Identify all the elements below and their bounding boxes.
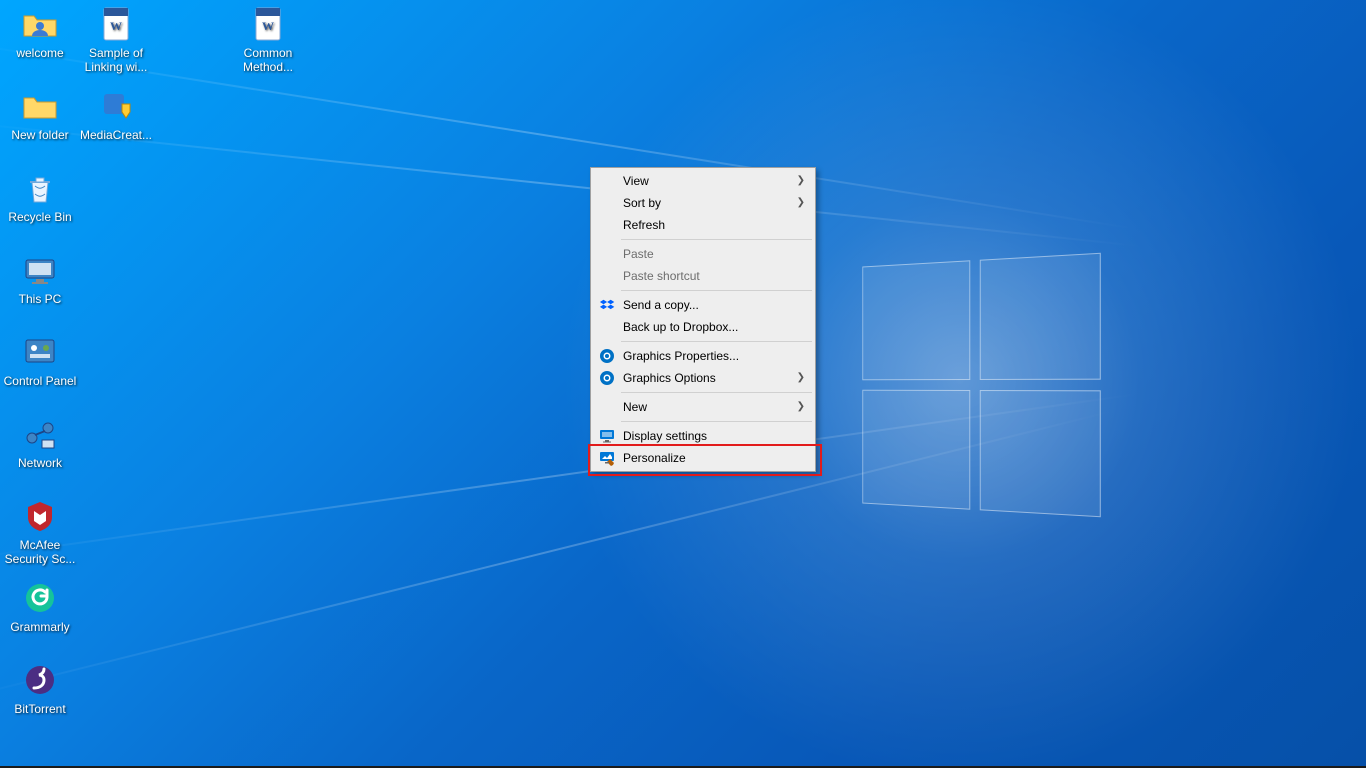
context-menu-item-gfx-props[interactable]: Graphics Properties... xyxy=(593,345,813,367)
recycle-icon xyxy=(20,168,60,208)
desktop-icon-label: This PC xyxy=(2,292,78,306)
decor-ray xyxy=(0,393,1138,562)
context-menu-item-label: Send a copy... xyxy=(623,298,699,312)
context-menu-item-backup-dropbox[interactable]: Back up to Dropbox... xyxy=(593,316,813,338)
desktop-icon-this-pc[interactable]: This PC xyxy=(2,250,78,306)
intel-icon xyxy=(599,370,615,386)
svg-text:W: W xyxy=(262,19,274,33)
context-menu-item-display-settings[interactable]: Display settings xyxy=(593,425,813,447)
context-menu-separator xyxy=(621,341,812,342)
desktop-icon-label: BitTorrent xyxy=(2,702,78,716)
desktop-icon-label: New folder xyxy=(2,128,78,142)
desktop-icon-label: MediaCreat... xyxy=(78,128,154,142)
decor-ray xyxy=(0,40,1135,230)
control-panel-icon xyxy=(20,332,60,372)
context-menu-item-personalize[interactable]: Personalize xyxy=(593,447,813,469)
context-menu-item-label: Display settings xyxy=(623,429,707,443)
word-doc-icon: W xyxy=(96,4,136,44)
context-menu-separator xyxy=(621,239,812,240)
desktop-icon-mcafee[interactable]: McAfee Security Sc... xyxy=(2,496,78,566)
desktop-background[interactable]: welcome W Sample of Linking wi... W Common M… xyxy=(0,0,1366,768)
context-menu-item-label: Refresh xyxy=(623,218,665,232)
personalize-icon xyxy=(599,450,615,466)
submenu-arrow-icon: ❯ xyxy=(797,396,805,418)
folder-user-icon xyxy=(20,4,60,44)
mcafee-icon xyxy=(20,496,60,536)
word-doc-icon: W xyxy=(248,4,288,44)
desktop-icon-label: Control Panel xyxy=(2,374,78,388)
context-menu-item-label: Sort by xyxy=(623,196,661,210)
context-menu-item-label: Paste xyxy=(623,247,654,261)
this-pc-icon xyxy=(20,250,60,290)
context-menu-item-paste-shortcut: Paste shortcut xyxy=(593,265,813,287)
desktop-icon-welcome[interactable]: welcome xyxy=(2,4,78,60)
context-menu-item-label: Back up to Dropbox... xyxy=(623,320,738,334)
context-menu-separator xyxy=(621,421,812,422)
windows-logo xyxy=(862,253,1100,518)
submenu-arrow-icon: ❯ xyxy=(797,192,805,214)
svg-text:W: W xyxy=(110,19,122,33)
context-menu-item-gfx-options[interactable]: Graphics Options ❯ xyxy=(593,367,813,389)
grammarly-icon xyxy=(20,578,60,618)
context-menu-item-label: Graphics Properties... xyxy=(623,349,739,363)
app-shield-icon xyxy=(96,86,136,126)
desktop-icon-label: welcome xyxy=(2,46,78,60)
network-icon xyxy=(20,414,60,454)
context-menu-item-view[interactable]: View ❯ xyxy=(593,170,813,192)
intel-icon xyxy=(599,348,615,364)
context-menu-item-label: Personalize xyxy=(623,451,686,465)
context-menu-item-paste: Paste xyxy=(593,243,813,265)
desktop-icon-mediacreat[interactable]: MediaCreat... xyxy=(78,86,154,142)
desktop-icon-label: Common Method... xyxy=(230,46,306,74)
dropbox-icon xyxy=(599,297,615,313)
submenu-arrow-icon: ❯ xyxy=(797,170,805,192)
context-menu-item-label: New xyxy=(623,400,647,414)
desktop-icon-sample-linking[interactable]: W Sample of Linking wi... xyxy=(78,4,154,74)
context-menu-separator xyxy=(621,290,812,291)
context-menu-item-send-a-copy[interactable]: Send a copy... xyxy=(593,294,813,316)
desktop-icon-common-method[interactable]: W Common Method... xyxy=(230,4,306,74)
desktop-icon-label: Sample of Linking wi... xyxy=(78,46,154,74)
decor-ray xyxy=(0,410,1115,702)
desktop-icon-network[interactable]: Network xyxy=(2,414,78,470)
desktop-icon-label: Recycle Bin xyxy=(2,210,78,224)
context-menu-item-label: View xyxy=(623,174,649,188)
display-icon xyxy=(599,428,615,444)
desktop-icon-label: McAfee Security Sc... xyxy=(2,538,78,566)
context-menu-item-sort-by[interactable]: Sort by ❯ xyxy=(593,192,813,214)
desktop-icon-label: Grammarly xyxy=(2,620,78,634)
submenu-arrow-icon: ❯ xyxy=(797,367,805,389)
context-menu-item-label: Graphics Options xyxy=(623,371,716,385)
context-menu-item-new[interactable]: New ❯ xyxy=(593,396,813,418)
desktop-icon-bittorrent[interactable]: BitTorrent xyxy=(2,660,78,716)
desktop-icon-new-folder[interactable]: New folder xyxy=(2,86,78,142)
desktop-icon-control-panel[interactable]: Control Panel xyxy=(2,332,78,388)
desktop-context-menu: View ❯ Sort by ❯ Refresh Paste Paste shortcut S… xyxy=(590,167,816,472)
context-menu-item-refresh[interactable]: Refresh xyxy=(593,214,813,236)
context-menu-item-label: Paste shortcut xyxy=(623,269,700,283)
desktop-icon-label: Network xyxy=(2,456,78,470)
folder-icon xyxy=(20,86,60,126)
desktop-icon-recycle-bin[interactable]: Recycle Bin xyxy=(2,168,78,224)
desktop-icon-grammarly[interactable]: Grammarly xyxy=(2,578,78,634)
bittorrent-icon xyxy=(20,660,60,700)
context-menu-separator xyxy=(621,392,812,393)
